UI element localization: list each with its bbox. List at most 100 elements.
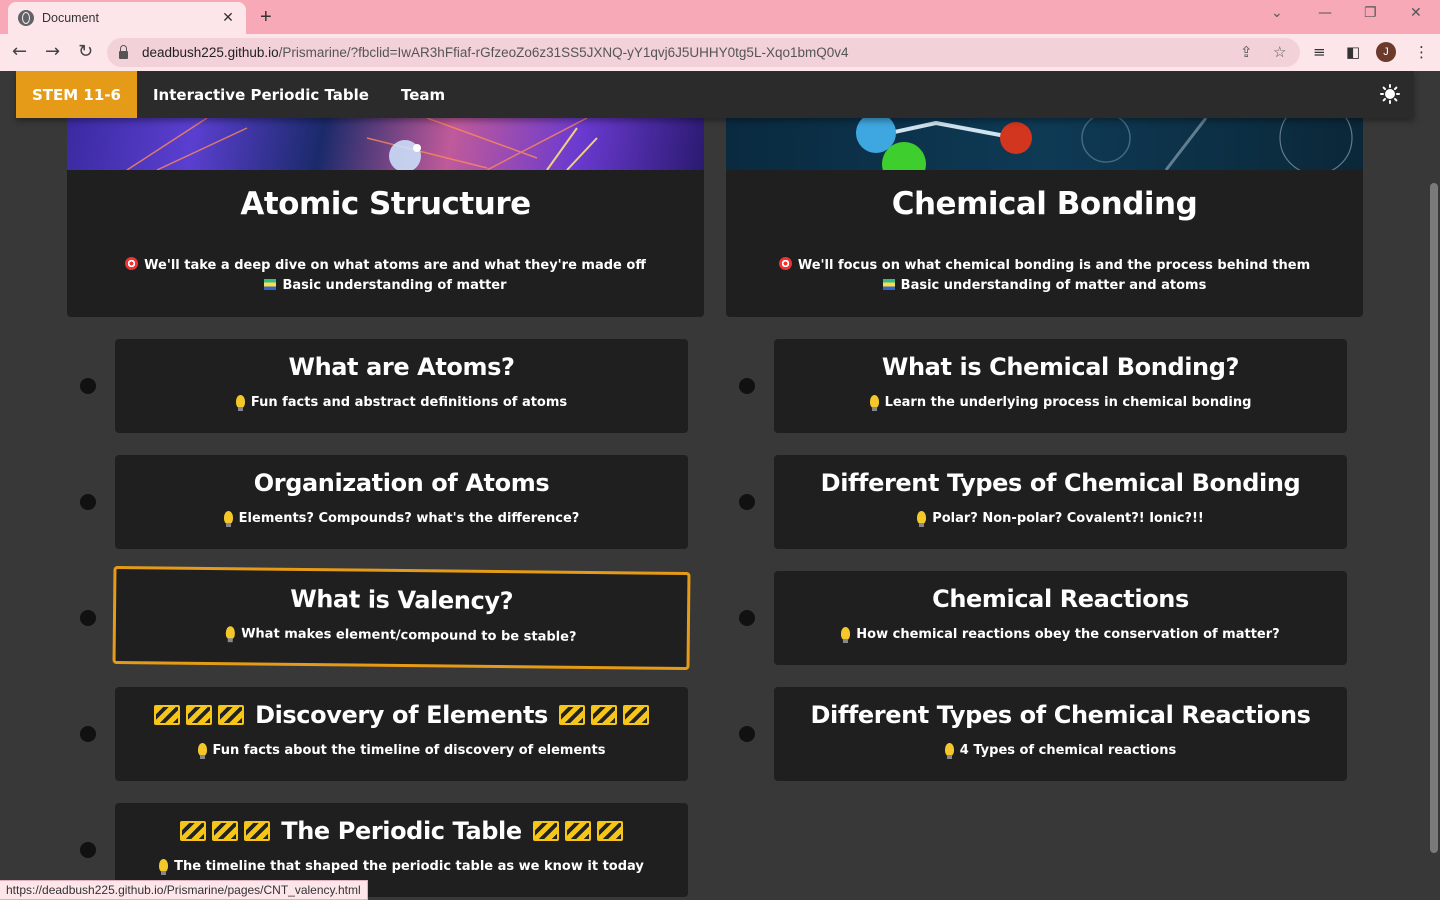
- browser-tab[interactable]: Document ✕: [8, 2, 246, 34]
- lightbulb-icon: [841, 627, 851, 643]
- lesson-subtitle: 4 Types of chemical reactions: [774, 743, 1347, 759]
- nav-link-periodic-table[interactable]: Interactive Periodic Table: [153, 86, 369, 104]
- lesson-card-what-is-chemical-bonding[interactable]: What is Chemical Bonding? Learn the unde…: [774, 339, 1347, 433]
- lesson-card-types-of-bonding[interactable]: Different Types of Chemical Bonding Pola…: [774, 455, 1347, 549]
- lesson-subtitle-text: 4 Types of chemical reactions: [959, 743, 1177, 758]
- profile-avatar[interactable]: J: [1376, 42, 1396, 62]
- timeline-dot: [80, 494, 96, 510]
- side-panel-icon[interactable]: ◧: [1346, 43, 1360, 61]
- construction-icon: [186, 705, 213, 725]
- address-bar[interactable]: deadbush225.github.io/Prismarine/?fbclid…: [107, 38, 1300, 67]
- lesson-title-text: Discovery of Elements: [255, 701, 548, 729]
- timeline-dot: [80, 378, 96, 394]
- lesson-title: The Periodic Table: [115, 817, 688, 845]
- lesson-subtitle-text: How chemical reactions obey the conserva…: [856, 627, 1280, 642]
- browser-toolbar: ← → ↻ deadbush225.github.io/Prismarine/?…: [0, 34, 1440, 71]
- browser-tab-bar: Document ✕ + ⌄ — ❐ ✕: [0, 0, 1440, 34]
- forward-icon[interactable]: →: [45, 41, 60, 62]
- back-icon[interactable]: ←: [12, 41, 27, 62]
- construction-icon: [590, 705, 617, 725]
- restore-icon[interactable]: ❐: [1364, 5, 1377, 21]
- lightbulb-icon: [226, 626, 236, 640]
- new-tab-button[interactable]: +: [260, 6, 272, 29]
- topic-prereq: Basic understanding of matter and atoms: [900, 278, 1207, 293]
- lesson-subtitle-text: What makes element/compound to be stable…: [241, 626, 577, 645]
- lesson-card-discovery-of-elements[interactable]: Discovery of Elements Fun facts about th…: [115, 687, 688, 781]
- lesson-subtitle-text: The timeline that shaped the periodic ta…: [174, 859, 644, 874]
- timeline-dot: [80, 610, 96, 626]
- lesson-card-organization-of-atoms[interactable]: Organization of Atoms Elements? Compound…: [115, 455, 688, 549]
- url-path: /Prismarine/?fbclid=IwAR3hFfiaf-rGfzeoZo…: [278, 45, 849, 60]
- tab-search-icon[interactable]: ⌄: [1271, 5, 1283, 21]
- timeline-dot: [80, 842, 96, 858]
- reload-icon[interactable]: ↻: [78, 41, 93, 62]
- lesson-title: Chemical Reactions: [932, 585, 1189, 613]
- timeline-dot: [80, 726, 96, 742]
- construction-icon: [212, 821, 239, 841]
- construction-icon: [564, 821, 591, 841]
- construction-icon: [244, 821, 271, 841]
- tab-close-icon[interactable]: ✕: [220, 10, 236, 26]
- nav-link-team[interactable]: Team: [401, 86, 445, 104]
- lesson-subtitle-text: Fun facts and abstract definitions of at…: [250, 395, 568, 410]
- lightbulb-icon: [869, 395, 879, 411]
- media-icon[interactable]: ≡: [1313, 43, 1326, 61]
- lesson-title: Organization of Atoms: [253, 469, 550, 497]
- bookmark-star-icon[interactable]: ☆: [1273, 43, 1286, 61]
- lesson-subtitle: Polar? Non-polar? Covalent?! Ionic?!!: [774, 511, 1347, 527]
- construction-icon: [218, 705, 245, 725]
- timeline-dot: [739, 726, 755, 742]
- lesson-title-text: The Periodic Table: [281, 817, 522, 845]
- menu-kebab-icon[interactable]: ⋮: [1414, 43, 1429, 61]
- lightbulb-icon: [235, 395, 245, 411]
- books-icon: [882, 279, 895, 290]
- link-status-bar: https://deadbush225.github.io/Prismarine…: [0, 880, 368, 900]
- lesson-subtitle: How chemical reactions obey the conserva…: [774, 627, 1347, 643]
- topic-goal: We'll take a deep dive on what atoms are…: [144, 258, 646, 273]
- lesson-subtitle-text: Learn the underlying process in chemical…: [884, 395, 1252, 410]
- lesson-card-chemical-reactions[interactable]: Chemical Reactions How chemical reaction…: [774, 571, 1347, 665]
- timeline-dot: [739, 378, 755, 394]
- topic-prereq: Basic understanding of matter: [282, 278, 507, 293]
- site-navbar: STEM 11-6 Interactive Periodic Table Tea…: [16, 71, 1414, 118]
- brand-link[interactable]: STEM 11-6: [16, 71, 137, 118]
- page-scrollbar[interactable]: [1430, 183, 1438, 853]
- url-text: deadbush225.github.io/Prismarine/?fbclid…: [142, 45, 849, 60]
- construction-icon: [596, 821, 623, 841]
- lesson-card-what-is-valency[interactable]: What is Valency? What makes element/comp…: [112, 565, 691, 671]
- globe-icon: [18, 10, 34, 26]
- lesson-subtitle-text: Polar? Non-polar? Covalent?! Ionic?!!: [932, 511, 1204, 526]
- atomic-structure-banner: [67, 118, 704, 170]
- lesson-card-what-are-atoms[interactable]: What are Atoms? Fun facts and abstract d…: [115, 339, 688, 433]
- lesson-subtitle: Learn the underlying process in chemical…: [774, 395, 1347, 411]
- topic-title: Chemical Bonding: [891, 186, 1198, 222]
- url-host: deadbush225.github.io: [142, 45, 279, 60]
- timeline-dot: [739, 610, 755, 626]
- lightbulb-icon: [944, 743, 954, 759]
- lesson-subtitle: What makes element/compound to be stable…: [116, 625, 687, 646]
- share-icon[interactable]: ⇪: [1240, 43, 1253, 61]
- lightbulb-icon: [223, 511, 233, 527]
- lesson-title: Different Types of Chemical Bonding: [820, 469, 1301, 497]
- topic-title: Atomic Structure: [240, 186, 531, 222]
- topic-card-atomic-structure[interactable]: Atomic Structure We'll take a deep dive …: [67, 118, 704, 317]
- construction-icon: [558, 705, 585, 725]
- theme-toggle-icon[interactable]: [1380, 84, 1400, 104]
- window-close-icon[interactable]: ✕: [1410, 5, 1422, 21]
- lesson-subtitle: Elements? Compounds? what's the differen…: [115, 511, 688, 527]
- tab-title: Document: [42, 11, 99, 25]
- page-viewport: STEM 11-6 Interactive Periodic Table Tea…: [0, 71, 1440, 900]
- lesson-subtitle: The timeline that shaped the periodic ta…: [115, 859, 688, 875]
- lesson-subtitle: Fun facts and abstract definitions of at…: [115, 395, 688, 411]
- lesson-card-types-of-reactions[interactable]: Different Types of Chemical Reactions 4 …: [774, 687, 1347, 781]
- target-icon: [125, 257, 139, 270]
- lightbulb-icon: [917, 511, 927, 527]
- minimize-icon[interactable]: —: [1318, 5, 1332, 21]
- topic-description: We'll take a deep dive on what atoms are…: [67, 256, 704, 296]
- construction-icon: [154, 705, 181, 725]
- topic-card-chemical-bonding[interactable]: Chemical Bonding We'll focus on what che…: [726, 118, 1363, 317]
- chemical-bonding-banner: [726, 118, 1363, 170]
- lesson-title: Discovery of Elements: [115, 701, 688, 729]
- lesson-title: Different Types of Chemical Reactions: [810, 701, 1311, 729]
- lightbulb-icon: [159, 859, 169, 875]
